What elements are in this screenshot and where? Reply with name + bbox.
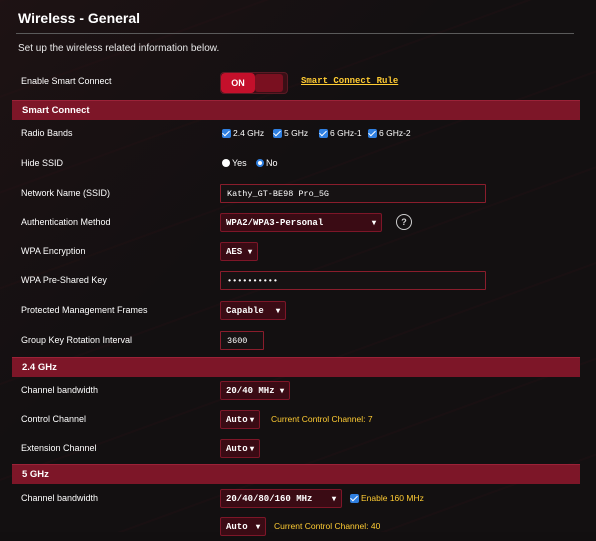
smart-connect-toggle[interactable]: ON xyxy=(220,72,288,94)
bandwidth-5-value: 20/40/80/160 MHz xyxy=(226,494,313,504)
wireless-general-page: Wireless - General Set up the wireless r… xyxy=(0,0,596,536)
pmf-select[interactable]: Capable ▾ xyxy=(220,301,286,320)
radio-yes-label: Yes xyxy=(232,158,247,168)
chevron-down-icon: ▾ xyxy=(249,416,254,425)
row-enable-smart-connect: Enable Smart Connect ON Smart Connect Ru… xyxy=(12,68,580,96)
row-hide-ssid: Hide SSID Yes No xyxy=(12,150,580,178)
checkbox-band-5[interactable]: 5 GHz xyxy=(273,128,308,138)
section-smart-connect: Smart Connect xyxy=(12,100,580,120)
wpa-encryption-value: AES xyxy=(226,247,243,257)
checkbox-checked-icon xyxy=(222,128,231,138)
smart-connect-rule-link[interactable]: Smart Connect Rule xyxy=(301,76,398,86)
checkbox-checked-icon xyxy=(273,128,282,138)
title-divider xyxy=(16,33,574,34)
radio-hide-ssid-yes[interactable]: Yes xyxy=(222,158,247,168)
checkbox-band-24-label: 2.4 GHz xyxy=(233,128,265,138)
row-wpa-psk: WPA Pre-Shared Key •••••••••• xyxy=(12,267,580,295)
radio-hide-ssid-no[interactable]: No xyxy=(256,158,278,168)
extension-channel-label: Extension Channel xyxy=(21,443,97,453)
section-24ghz-title: 2.4 GHz xyxy=(22,362,57,373)
checkbox-band-5-label: 5 GHz xyxy=(284,128,309,138)
pmf-value: Capable xyxy=(226,306,264,316)
row-auth-method: Authentication Method WPA2/WPA3-Personal… xyxy=(12,209,580,237)
row-group-key-rotation: Group Key Rotation Interval 3600 xyxy=(12,327,580,355)
ssid-input[interactable]: Kathy_GT-BE98 Pro_5G xyxy=(220,184,486,203)
row-24-bandwidth: Channel bandwidth 20/40 MHz ▾ xyxy=(12,377,580,405)
chevron-down-icon: ▾ xyxy=(249,445,254,454)
section-smart-connect-title: Smart Connect xyxy=(22,105,90,116)
auth-method-value: WPA2/WPA3-Personal xyxy=(226,218,324,228)
bandwidth-24-value: 20/40 MHz xyxy=(226,386,275,396)
chevron-down-icon: ▾ xyxy=(255,523,260,532)
toggle-knob xyxy=(255,74,283,92)
section-24ghz: 2.4 GHz xyxy=(12,357,580,377)
bandwidth-5-select[interactable]: 20/40/80/160 MHz ▾ xyxy=(220,489,342,508)
checkbox-band-6-2[interactable]: 6 GHz-2 xyxy=(368,128,411,138)
section-5ghz-title: 5 GHz xyxy=(22,469,49,480)
auth-method-select[interactable]: WPA2/WPA3-Personal ▾ xyxy=(220,213,382,232)
wpa-psk-label: WPA Pre-Shared Key xyxy=(21,275,107,285)
row-radio-bands: Radio Bands 2.4 GHz 5 GHz 6 GHz-1 6 GHz-… xyxy=(12,120,580,148)
radio-unselected-icon xyxy=(222,159,230,167)
section-5ghz: 5 GHz xyxy=(12,464,580,484)
radio-no-label: No xyxy=(266,158,278,168)
help-icon[interactable]: ? xyxy=(396,214,412,230)
row-pmf: Protected Management Frames Capable ▾ xyxy=(12,297,580,325)
current-control-channel-24: Current Control Channel: 7 xyxy=(271,414,373,424)
row-5-control-channel: Auto ▾ Current Control Channel: 40 xyxy=(12,513,580,541)
checkbox-band-6-1-label: 6 GHz-1 xyxy=(330,128,362,138)
control-channel-24-select[interactable]: Auto ▾ xyxy=(220,410,260,429)
pmf-label: Protected Management Frames xyxy=(21,305,148,315)
checkbox-checked-icon xyxy=(368,128,377,138)
chevron-down-icon: ▾ xyxy=(279,387,284,396)
wpa-psk-input[interactable]: •••••••••• xyxy=(220,271,486,290)
group-key-rotation-label: Group Key Rotation Interval xyxy=(21,335,133,345)
toggle-on-label: ON xyxy=(221,73,255,93)
extension-channel-value: Auto xyxy=(226,444,248,454)
row-5-bandwidth: Channel bandwidth 20/40/80/160 MHz ▾ Ena… xyxy=(12,485,580,513)
checkbox-checked-icon xyxy=(350,493,359,503)
channel-bandwidth-label: Channel bandwidth xyxy=(21,385,99,395)
ssid-label: Network Name (SSID) xyxy=(21,188,111,198)
chevron-down-icon: ▾ xyxy=(371,219,376,228)
checkbox-enable-160[interactable]: Enable 160 MHz xyxy=(350,493,424,503)
chevron-down-icon: ▾ xyxy=(331,495,336,504)
enable-smart-connect-label: Enable Smart Connect xyxy=(21,76,112,86)
enable-160-label: Enable 160 MHz xyxy=(361,493,424,503)
control-channel-5-select[interactable]: Auto ▾ xyxy=(220,517,266,536)
wpa-encryption-select[interactable]: AES ▾ xyxy=(220,242,258,261)
control-channel-5-value: Auto xyxy=(226,522,248,532)
group-key-rotation-input[interactable]: 3600 xyxy=(220,331,264,350)
page-title: Wireless - General xyxy=(18,10,141,26)
control-channel-24-value: Auto xyxy=(226,415,248,425)
hide-ssid-label: Hide SSID xyxy=(21,158,64,168)
channel-bandwidth-5-label: Channel bandwidth xyxy=(21,493,99,503)
checkbox-checked-icon xyxy=(319,128,328,138)
extension-channel-select[interactable]: Auto ▾ xyxy=(220,439,260,458)
checkbox-band-6-2-label: 6 GHz-2 xyxy=(379,128,411,138)
auth-method-label: Authentication Method xyxy=(21,217,111,227)
checkbox-band-24[interactable]: 2.4 GHz xyxy=(222,128,264,138)
row-24-extension-channel: Extension Channel Auto ▾ xyxy=(12,435,580,463)
row-24-control-channel: Control Channel Auto ▾ Current Control C… xyxy=(12,406,580,434)
chevron-down-icon: ▾ xyxy=(275,307,280,316)
control-channel-label: Control Channel xyxy=(21,414,87,424)
bandwidth-24-select[interactable]: 20/40 MHz ▾ xyxy=(220,381,290,400)
current-control-channel-5: Current Control Channel: 40 xyxy=(274,521,381,531)
row-wpa-encryption: WPA Encryption AES ▾ xyxy=(12,238,580,266)
row-ssid: Network Name (SSID) Kathy_GT-BE98 Pro_5G xyxy=(12,180,580,208)
wpa-encryption-label: WPA Encryption xyxy=(21,246,86,256)
radio-selected-icon xyxy=(256,159,264,167)
chevron-down-icon: ▾ xyxy=(247,248,252,257)
page-subtitle: Set up the wireless related information … xyxy=(18,43,220,54)
radio-bands-label: Radio Bands xyxy=(21,128,73,138)
checkbox-band-6-1[interactable]: 6 GHz-1 xyxy=(319,128,362,138)
